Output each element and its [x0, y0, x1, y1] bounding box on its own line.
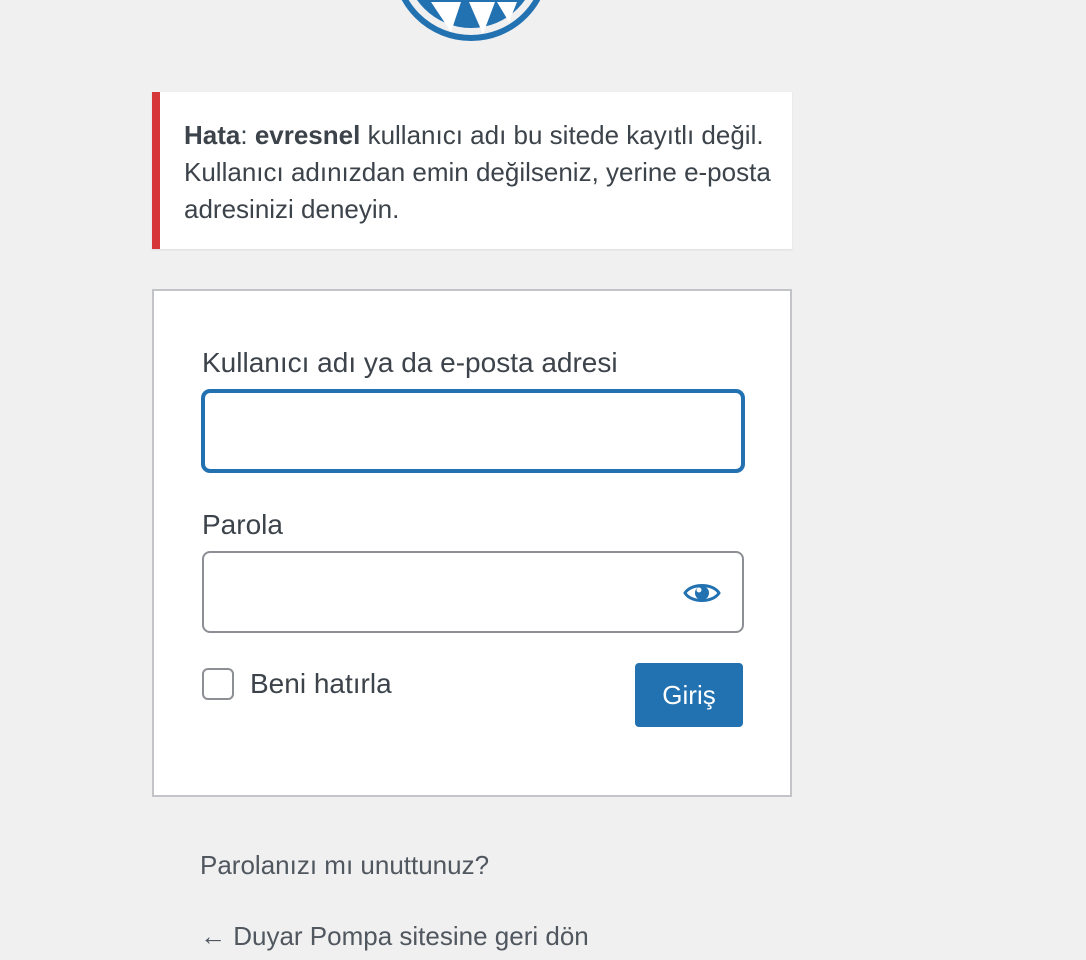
wordpress-logo-icon[interactable] — [391, 0, 551, 42]
remember-me-checkbox[interactable] — [202, 668, 234, 700]
login-button[interactable]: Giriş — [635, 663, 743, 727]
back-to-site-link[interactable]: ← Duyar Pompa sitesine geri dön — [200, 921, 589, 952]
error-prefix: Hata — [184, 120, 241, 150]
error-notice: Hata: evresnel kullanıcı adı bu sitede k… — [152, 92, 792, 249]
error-separator: : — [240, 120, 255, 150]
login-form: Kullanıcı adı ya da e-posta adresi Parol… — [152, 289, 792, 797]
username-label: Kullanıcı adı ya da e-posta adresi — [202, 347, 618, 378]
remember-me: Beni hatırla — [202, 668, 392, 700]
login-page: Hata: evresnel kullanıcı adı bu sitede k… — [0, 0, 1086, 960]
lost-password-link[interactable]: Parolanızı mı unuttunuz? — [200, 850, 489, 881]
remember-me-label[interactable]: Beni hatırla — [250, 668, 392, 700]
eye-icon — [683, 584, 721, 602]
show-password-button[interactable] — [678, 574, 726, 612]
password-input[interactable] — [202, 551, 744, 633]
password-label: Parola — [202, 509, 283, 540]
error-username: evresnel — [254, 120, 361, 150]
username-input[interactable] — [202, 390, 744, 472]
error-message: Hata: evresnel kullanıcı adı bu sitede k… — [184, 117, 784, 228]
